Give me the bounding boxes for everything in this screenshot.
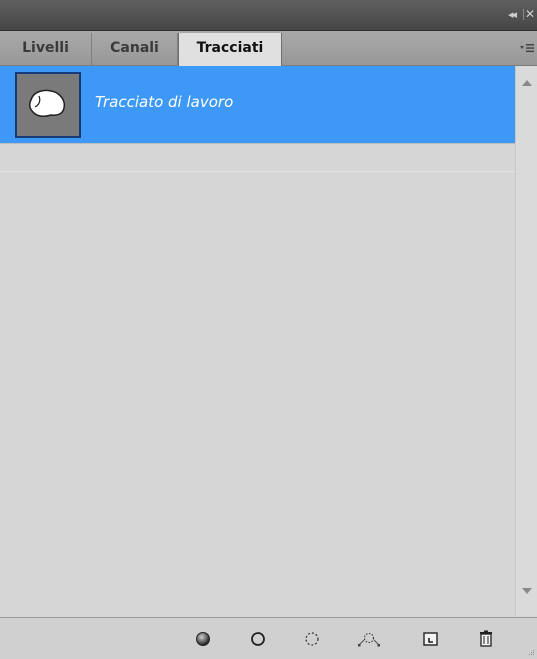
make-work-path-icon[interactable] [356,630,382,648]
tab-tracciati[interactable]: Tracciati [178,33,282,66]
close-panel-icon[interactable]: ✕ [525,8,535,20]
panel-menu-icon[interactable] [520,43,534,53]
collapse-panel-icon[interactable]: ◂◂ [508,9,517,21]
tab-canali-label: Canali [110,40,159,56]
list-divider [0,171,515,172]
path-shape-icon [28,89,66,117]
load-selection-icon[interactable] [302,630,322,648]
list-scrollbar[interactable] [515,66,537,616]
path-row-work-path[interactable]: Tracciato di lavoro [0,66,515,144]
new-path-icon[interactable] [421,630,441,648]
tab-livelli-label: Livelli [22,40,69,56]
scroll-down-arrow-icon[interactable] [522,588,532,594]
tab-tracciati-label: Tracciati [196,40,264,56]
tab-canali[interactable]: Canali [92,33,178,65]
path-row-label: Tracciato di lavoro [95,93,234,111]
tab-livelli[interactable]: Livelli [0,33,92,65]
resize-grip-icon[interactable] [527,648,535,656]
delete-path-icon[interactable] [476,630,496,648]
paths-list: Tracciato di lavoro [0,66,515,616]
paths-toolbar [0,617,537,659]
stroke-path-icon[interactable] [248,630,268,648]
path-thumbnail [15,72,81,138]
panel-tabbar: Livelli Canali Tracciati [0,31,537,66]
panel-titlebar: ◂◂ ✕ [0,0,537,31]
fill-path-icon[interactable] [193,630,213,648]
titlebar-separator [523,9,524,20]
scroll-up-arrow-icon[interactable] [522,80,532,86]
